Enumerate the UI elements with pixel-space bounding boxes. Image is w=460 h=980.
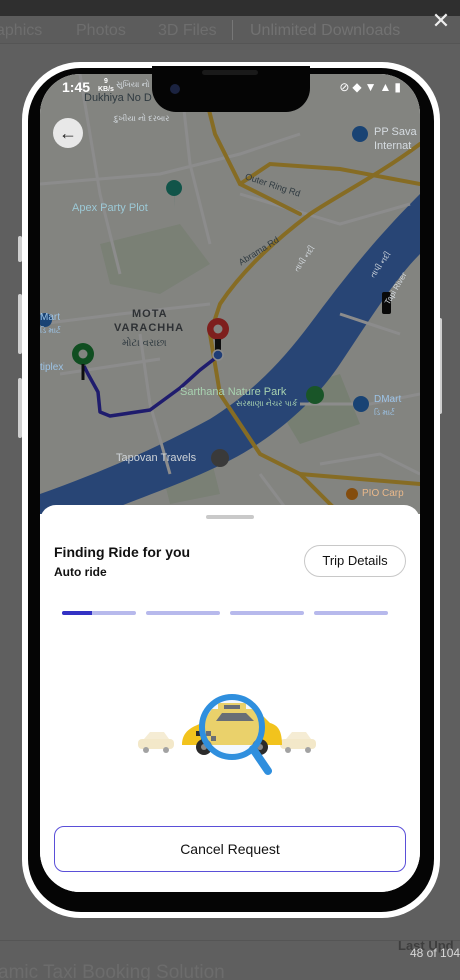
- image-counter: 48 of 104: [410, 946, 460, 960]
- map-label-pp-savani-1: PP Sava: [374, 126, 417, 138]
- map-label-pp-savani-2: Internat: [374, 140, 412, 152]
- map-label-apex-party-plot: Apex Party Plot: [72, 202, 148, 214]
- status-speed-value: 9: [104, 78, 108, 85]
- cancel-request-button[interactable]: Cancel Request: [54, 826, 406, 872]
- front-camera-icon: [170, 84, 180, 94]
- map-label-dmart-right-2: ડિ માર્ટ: [374, 408, 395, 417]
- nav-item-photos[interactable]: Photos: [76, 22, 126, 40]
- status-network-speed: 9 KB/s: [98, 78, 114, 94]
- map-label-sarthana-park-1: Sarthana Nature Park: [180, 386, 287, 398]
- back-arrow-icon[interactable]: ←: [53, 118, 83, 148]
- searching-taxi-illustration: [138, 694, 316, 775]
- status-icons: ⊘◆▼▲▮: [339, 80, 404, 94]
- map-label-sarthana-park-2: સરથાણા નેચર પાર્ક: [236, 399, 298, 408]
- map-dim-overlay: [40, 74, 420, 514]
- progress-segment: [230, 611, 304, 615]
- background-page-title: amic Taxi Booking Solution: [0, 962, 225, 980]
- map-label-dmart-left-1: Mart: [40, 312, 60, 323]
- progress-segment: [314, 611, 388, 615]
- nav-divider: [232, 20, 233, 40]
- map-label-pio-carp: PIO Carp: [362, 488, 404, 499]
- trip-details-button[interactable]: Trip Details: [304, 545, 406, 577]
- map-label-varachha: VARACHHA: [114, 322, 185, 334]
- background-nav-bar: aphics Photos 3D Files Unlimited Downloa…: [0, 0, 460, 44]
- nav-item-unlimited-downloads[interactable]: Unlimited Downloads: [250, 22, 400, 40]
- nav-item-3d-files[interactable]: 3D Files: [158, 22, 217, 40]
- phone-notch: [152, 66, 310, 112]
- map-label-dmart-left-2: ડિ માર્ટ: [40, 326, 61, 335]
- phone-speaker: [202, 70, 258, 75]
- map-label-dukhiya-gu-2: દુખીયા નો દરબાર: [114, 114, 170, 123]
- status-time: 1:45: [62, 79, 91, 95]
- background-divider: [0, 940, 460, 941]
- progress-segment: [146, 611, 220, 615]
- map-view[interactable]: Dukhiya No D સુખિયા નો દુખીયા નો દરબાર P…: [40, 74, 420, 514]
- search-progress-bar: [62, 611, 390, 615]
- browser-top-strip: [0, 0, 460, 16]
- map-label-multiplex: tiplex: [40, 362, 64, 373]
- progress-segment: [62, 611, 136, 615]
- map-label-mota-varachha-gu: મોટા વરાછા: [122, 338, 167, 349]
- map-label-tapovan-travels: Tapovan Travels: [116, 452, 197, 464]
- map-label-dmart-right-1: DMart: [374, 394, 402, 405]
- ride-type-label: Auto ride: [54, 565, 107, 579]
- finding-ride-sheet: Finding Ride for you Auto ride Trip Deta…: [40, 505, 420, 892]
- nav-item-graphics[interactable]: aphics: [0, 22, 42, 40]
- sheet-title: Finding Ride for you: [54, 544, 191, 560]
- map-label-mota: MOTA: [132, 308, 168, 320]
- close-icon[interactable]: ✕: [430, 10, 452, 32]
- phone-screen: Dukhiya No D સુખિયા નો દુખીયા નો દરબાર P…: [40, 74, 420, 892]
- sheet-drag-handle[interactable]: [206, 515, 254, 519]
- progress-segment-fill: [62, 611, 92, 615]
- status-speed-unit: KB/s: [98, 86, 114, 93]
